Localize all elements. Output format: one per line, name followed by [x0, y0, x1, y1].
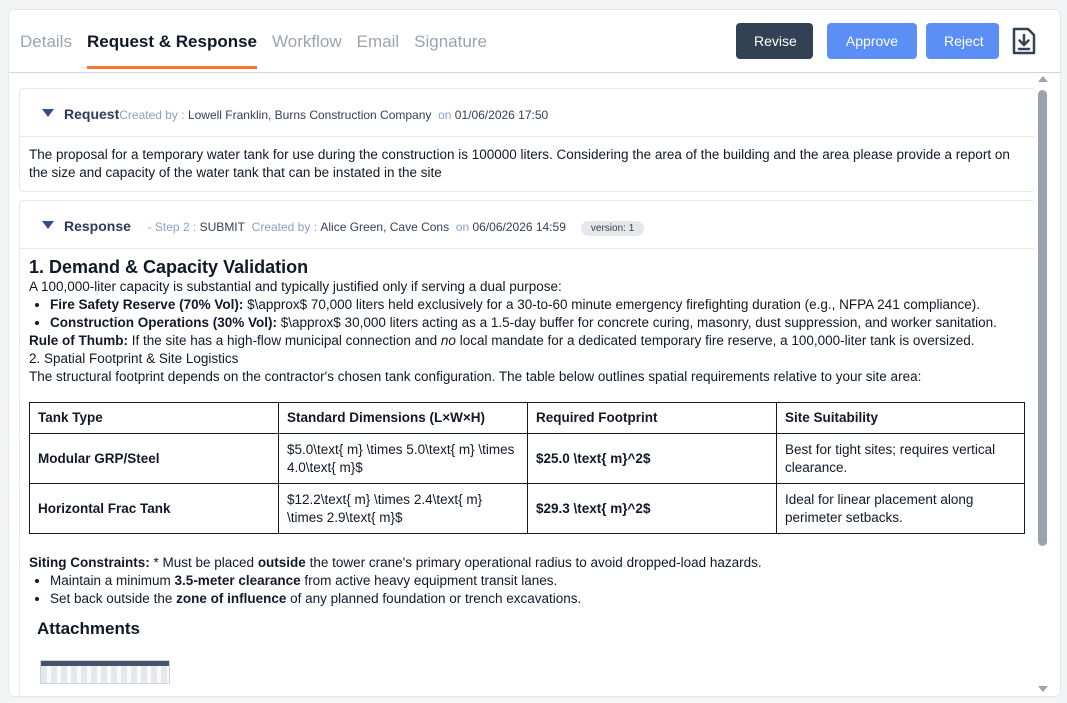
scroll-up-icon[interactable] [1038, 76, 1048, 82]
tank-table: Tank Type Standard Dimensions (L×W×H) Re… [29, 402, 1025, 534]
revise-button[interactable]: Revise [736, 23, 813, 59]
request-author: Lowell Franklin, Burns Construction Comp… [187, 108, 432, 122]
action-bar: Revise Approve Reject [722, 23, 1037, 59]
created-by-label: Created by : [119, 108, 185, 122]
scroll-down-icon[interactable] [1038, 686, 1048, 692]
siting-list: Maintain a minimum 3.5-meter clearance f… [29, 572, 1025, 608]
tab-request-response[interactable]: Request & Response [86, 32, 258, 69]
header: Details Request & Response Workflow Emai… [9, 10, 1060, 73]
approval-panel: Details Request & Response Workflow Emai… [8, 9, 1061, 697]
attachment-thumbnail[interactable] [40, 660, 170, 684]
request-body: The proposal for a temporary water tank … [29, 147, 1010, 180]
tab-bar: Details Request & Response Workflow Emai… [20, 32, 502, 69]
table-row: Modular GRP/Steel $5.0\text{ m} \times 5… [29, 433, 1025, 484]
vertical-scrollbar[interactable] [1038, 76, 1048, 692]
request-title: Request [64, 106, 120, 122]
response-datetime: 06/06/2026 14:59 [472, 220, 566, 234]
step-value: SUBMIT [199, 220, 245, 234]
demand-list: Fire Safety Reserve (70% Vol): $\approx$… [29, 296, 1025, 332]
scroll-content[interactable]: Request Created by : Lowell Franklin, Bu… [19, 80, 1034, 696]
response-author: Alice Green, Cave Cons [320, 220, 450, 234]
list-item: Fire Safety Reserve (70% Vol): $\approx$… [50, 296, 1025, 314]
response-title: Response [64, 218, 131, 234]
request-header[interactable]: Request Created by : Lowell Franklin, Bu… [20, 89, 1034, 137]
approve-button[interactable]: Approve [827, 23, 917, 59]
section-2-heading: 2. Spatial Footprint & Site Logistics [29, 351, 239, 366]
version-badge: version: 1 [580, 221, 645, 236]
section-heading: 1. Demand & Capacity Validation [29, 257, 309, 277]
list-item: Maintain a minimum 3.5-meter clearance f… [50, 572, 1025, 590]
download-icon[interactable] [1011, 26, 1037, 56]
caret-down-icon[interactable] [42, 109, 54, 117]
on-label: on [455, 220, 470, 234]
tab-workflow[interactable]: Workflow [272, 32, 342, 69]
section-2-text: The structural footprint depends on the … [29, 369, 922, 384]
created-by-label: Created by : [251, 220, 318, 234]
response-header[interactable]: Response - Step 2 : SUBMIT Created by : … [20, 201, 1034, 249]
siting-constraints: Siting Constraints: * Must be placed out… [29, 555, 762, 570]
list-item: Construction Operations (30% Vol): $\app… [50, 314, 1025, 332]
caret-down-icon[interactable] [42, 221, 54, 229]
tab-details[interactable]: Details [20, 32, 72, 69]
response-card: Response - Step 2 : SUBMIT Created by : … [19, 200, 1034, 696]
response-body: 1. Demand & Capacity Validation A 100,00… [20, 249, 1034, 684]
table-header-row: Tank Type Standard Dimensions (L×W×H) Re… [29, 402, 1025, 434]
table-row: Horizontal Frac Tank $12.2\text{ m} \tim… [29, 483, 1025, 534]
list-item: Set back outside the zone of influence o… [50, 590, 1025, 608]
reject-button[interactable]: Reject [926, 23, 999, 59]
tab-email[interactable]: Email [357, 32, 400, 69]
intro-text: A 100,000-liter capacity is substantial … [29, 279, 562, 294]
step-label: - Step 2 : [147, 220, 197, 234]
request-card: Request Created by : Lowell Franklin, Bu… [19, 88, 1034, 192]
rule-of-thumb: Rule of Thumb: If the site has a high-fl… [29, 333, 975, 348]
attachments-title: Attachments [37, 619, 140, 638]
scrollbar-thumb[interactable] [1038, 90, 1047, 546]
request-datetime: 01/06/2026 17:50 [454, 108, 549, 122]
tab-signature[interactable]: Signature [414, 32, 487, 69]
on-label: on [438, 108, 452, 122]
